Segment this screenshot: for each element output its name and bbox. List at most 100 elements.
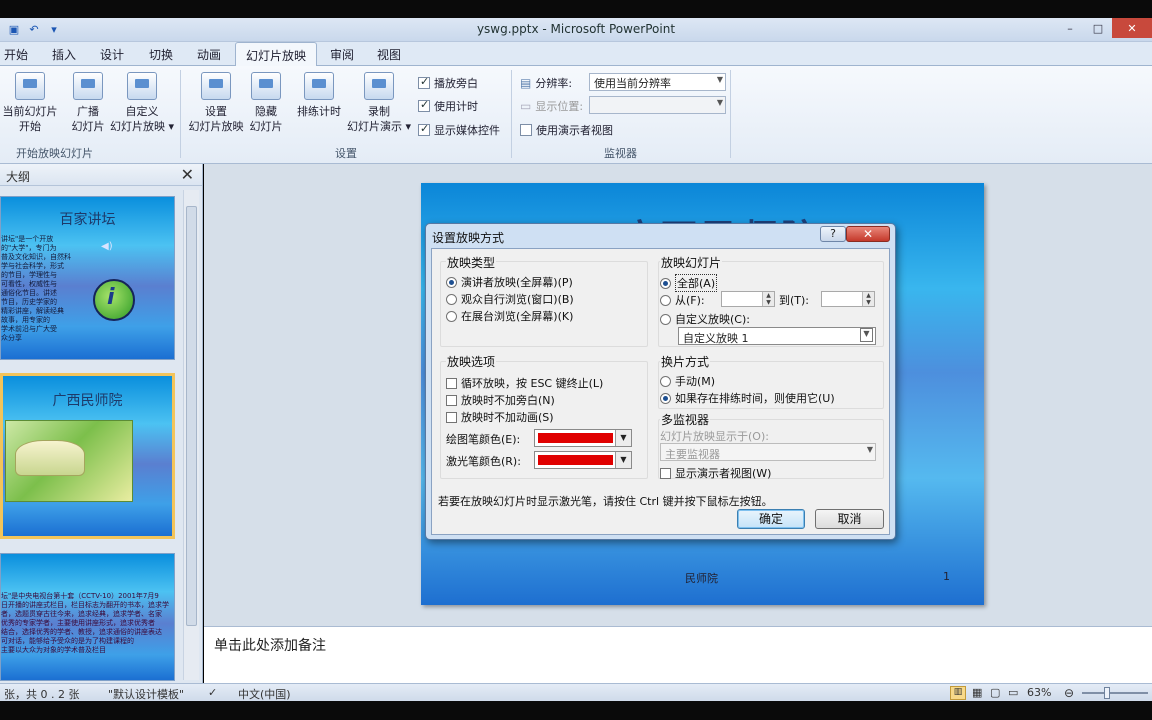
from-slide-radio[interactable]: 从(F): <box>660 292 705 308</box>
record-slideshow-button[interactable]: 录制 幻灯片演示 ▾ <box>344 72 414 134</box>
language-status[interactable]: 中文(中国) <box>238 686 291 702</box>
from-current-slide-button[interactable]: 当前幻灯片 开始 <box>0 72 60 134</box>
slide-thumbnail-1[interactable]: 百家讲坛 讲坛"是一个开放 的"大学"，专门为 普及文化知识，自然科 学与社会科… <box>0 196 175 360</box>
tab-review[interactable]: 审阅 <box>330 46 354 63</box>
presenter-fullscreen-radio[interactable]: 演讲者放映(全屏幕)(P) <box>446 274 573 290</box>
use-presenter-view-label: 使用演示者视图 <box>536 124 613 137</box>
zoom-slider[interactable] <box>1082 692 1148 694</box>
screen-bottom-bar <box>0 701 1152 720</box>
tab-view[interactable]: 视图 <box>377 46 401 63</box>
chevron-down-icon[interactable]: ▼ <box>615 430 631 446</box>
dialog-title: 设置放映方式 <box>432 231 505 245</box>
close-window-button[interactable]: ✕ <box>1112 18 1152 38</box>
close-icon[interactable]: ✕ <box>181 165 194 184</box>
ok-button[interactable]: 确定 <box>737 509 805 529</box>
from-slide-input[interactable]: ▲ ▼ <box>721 291 775 307</box>
zoom-out-icon[interactable]: ⊖ <box>1064 686 1074 700</box>
to-slide-input[interactable]: ▲ ▼ <box>821 291 875 307</box>
use-timings-check[interactable]: 使用计时 <box>418 98 478 114</box>
pen-color-picker[interactable]: ▼ <box>534 429 632 447</box>
custom-show-select[interactable]: 自定义放映 1 ▼ <box>678 327 876 345</box>
rehearse-timings-label: 排练计时 <box>297 105 341 118</box>
spin-arrows-icon[interactable]: ▲ ▼ <box>862 292 874 306</box>
option-label: 在展台浏览(全屏幕)(K) <box>461 310 574 323</box>
play-narrations-check[interactable]: 播放旁白 <box>418 75 478 91</box>
dialog-close-button[interactable]: ✕ <box>846 226 890 242</box>
loop-continuously-check[interactable]: 循环放映，按 ESC 键终止(L) <box>446 375 603 391</box>
no-narration-check[interactable]: 放映时不加旁白(N) <box>446 392 555 408</box>
notes-placeholder: 单击此处添加备注 <box>214 638 326 654</box>
normal-view-icon[interactable]: ▥ <box>950 686 966 700</box>
show-type-label: 放映类型 <box>446 254 497 271</box>
tab-home[interactable]: 开始 <box>4 46 28 63</box>
laser-color-label: 激光笔颜色(R): <box>446 453 521 469</box>
use-presenter-view-check[interactable]: 使用演示者视图 <box>520 122 613 138</box>
tab-design[interactable]: 设计 <box>100 46 124 63</box>
resolution-label: ▤ 分辨率: <box>520 75 572 91</box>
screen-top-bar <box>0 0 1152 18</box>
group-separator <box>180 70 181 158</box>
custom-slideshow-button[interactable]: 自定义 幻灯片放映 ▾ <box>108 72 176 134</box>
display-location-text: 显示位置: <box>535 100 584 113</box>
maximize-button[interactable]: □ <box>1084 18 1112 38</box>
cancel-button[interactable]: 取消 <box>815 509 884 529</box>
kiosk-fullscreen-radio[interactable]: 在展台浏览(全屏幕)(K) <box>446 308 573 324</box>
audience-window-radio[interactable]: 观众自行浏览(窗口)(B) <box>446 291 574 307</box>
title-bar: ▣ ↶ ▾ yswg.pptx - Microsoft PowerPoint –… <box>0 18 1152 42</box>
checkbox <box>446 394 457 406</box>
hide-slide-button[interactable]: 隐藏 幻灯片 <box>246 72 286 134</box>
option-label: 放映时不加动画(S) <box>461 411 554 424</box>
group-label-start: 开始放映幻灯片 <box>16 147 93 160</box>
show-presenter-view-check[interactable]: 显示演示者视图(W) <box>660 465 771 481</box>
tab-insert[interactable]: 插入 <box>52 46 76 63</box>
option-label: 观众自行浏览(窗口)(B) <box>461 293 574 306</box>
slide-thumbnail-3[interactable]: 坛"是中央电视台第十套（CCTV-10）2001年7月9 日开播的讲座式栏目，栏… <box>0 553 175 681</box>
zoom-level[interactable]: 63% <box>1027 686 1051 699</box>
zoom-slider-thumb[interactable] <box>1104 687 1110 699</box>
scrollbar-thumb[interactable] <box>186 206 197 626</box>
notes-pane[interactable]: 单击此处添加备注 <box>204 626 1152 683</box>
all-slides-radio[interactable]: 全部(A) <box>660 274 718 292</box>
play-narrations-label: 播放旁白 <box>434 77 478 90</box>
option-label: 全部(A) <box>675 274 718 292</box>
slide-number: 1 <box>943 570 950 583</box>
multiple-monitors-label: 多监视器 <box>660 411 711 428</box>
thumbnail-text: 坛"是中央电视台第十套（CCTV-10）2001年7月9 日开播的讲座式栏目，栏… <box>1 592 169 654</box>
no-animation-check[interactable]: 放映时不加动画(S) <box>446 409 554 425</box>
setup-slideshow-button[interactable]: 设置 幻灯片放映 <box>186 72 246 134</box>
laser-color-picker[interactable]: ▼ <box>534 451 632 469</box>
theme-name[interactable]: "默认设计模板" <box>108 686 184 702</box>
help-button[interactable]: ? <box>820 226 846 242</box>
display-location-select[interactable]: ▼ <box>589 96 726 114</box>
chevron-down-icon: ▼ <box>716 75 723 84</box>
spin-arrows-icon[interactable]: ▲ ▼ <box>762 292 774 306</box>
slideshow-view-icon[interactable]: ▭ <box>1008 686 1018 699</box>
reading-view-icon[interactable]: ▢ <box>990 686 1000 699</box>
custom-show-radio[interactable]: 自定义放映(C): <box>660 311 750 327</box>
stopwatch-icon <box>304 72 334 100</box>
slide-sorter-icon[interactable]: ▦ <box>972 686 982 699</box>
rehearse-timings-button[interactable]: 排练计时 <box>294 72 344 119</box>
projector-icon <box>15 72 45 100</box>
tab-transitions[interactable]: 切换 <box>149 46 173 63</box>
chevron-down-icon[interactable]: ▼ <box>615 452 631 468</box>
show-on-text: 幻灯片放映显示于(O): <box>660 430 769 443</box>
show-media-controls-check[interactable]: 显示媒体控件 <box>418 122 500 138</box>
to-label: 到(T): <box>779 292 809 308</box>
radio <box>446 293 457 305</box>
spellcheck-icon[interactable]: ✓ <box>208 686 217 699</box>
monitor-select[interactable]: 主要监视器 ▼ <box>660 443 876 461</box>
tab-outline[interactable]: 大纲 <box>6 168 30 185</box>
use-timings-radio[interactable]: 如果存在排练时间，则使用它(U) <box>660 390 835 406</box>
minimize-button[interactable]: – <box>1056 18 1084 38</box>
outline-scrollbar[interactable] <box>183 190 199 680</box>
broadcast-slideshow-button[interactable]: 广播 幻灯片 <box>66 72 110 134</box>
manual-advance-radio[interactable]: 手动(M) <box>660 373 715 389</box>
tab-animations[interactable]: 动画 <box>197 46 221 63</box>
slide-thumbnail-2[interactable]: 广西民师院 <box>0 373 175 539</box>
tab-slideshow[interactable]: 幻灯片放映 <box>235 42 318 67</box>
checkbox <box>418 122 430 136</box>
hide-slide-icon <box>251 72 281 100</box>
resolution-select[interactable]: 使用当前分辨率 ▼ <box>589 73 726 91</box>
pen-color-text: 绘图笔颜色(E): <box>446 433 521 446</box>
